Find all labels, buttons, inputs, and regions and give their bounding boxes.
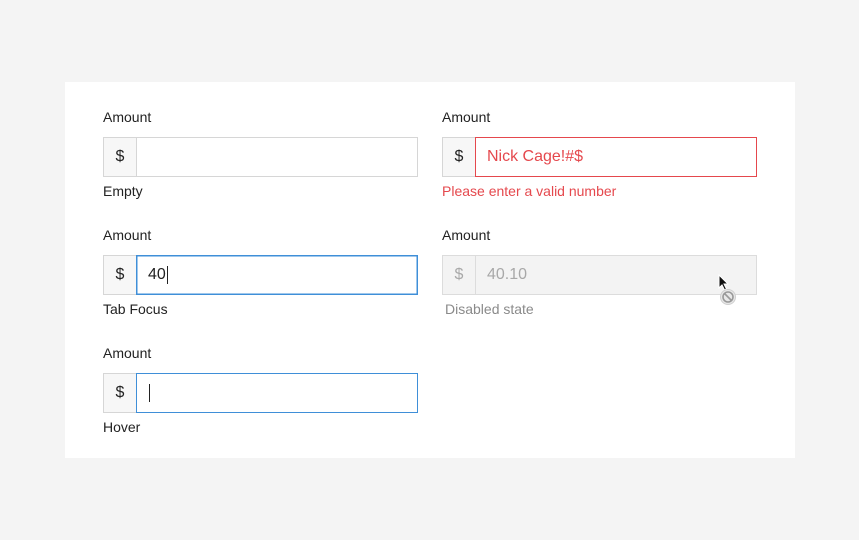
- field-label: Amount: [103, 345, 152, 361]
- amount-input[interactable]: [136, 137, 418, 177]
- input-group: $ 40: [103, 255, 418, 295]
- input-group: $: [103, 373, 418, 413]
- amount-field-hover: Amount $ Hover: [103, 344, 418, 436]
- amount-input[interactable]: Nick Cage!#$: [475, 137, 757, 177]
- helper-text: Tab Focus: [103, 301, 168, 317]
- amount-field-focus: Amount $ 40 Tab Focus: [103, 226, 418, 318]
- field-label: Amount: [442, 227, 491, 243]
- helper-text: Hover: [103, 419, 141, 435]
- currency-prefix: $: [103, 137, 136, 177]
- amount-input-disabled: 40.10: [475, 255, 757, 295]
- field-label: Amount: [103, 227, 152, 243]
- amount-field-empty: Amount $ Empty: [103, 108, 418, 200]
- helper-text: Empty: [103, 183, 143, 199]
- text-caret: [166, 266, 168, 284]
- not-allowed-cursor-icon: [718, 274, 736, 305]
- error-message: Please enter a valid number: [442, 183, 617, 199]
- field-label: Amount: [103, 109, 152, 125]
- amount-input[interactable]: 40: [136, 255, 418, 295]
- amount-input[interactable]: [136, 373, 418, 413]
- input-group: $: [103, 137, 418, 177]
- input-group: $ 40.10: [442, 255, 757, 295]
- form-card: Amount $ Empty Amount $ Nick Cage!#$ Ple…: [65, 82, 795, 458]
- amount-field-disabled: Amount $ 40.10 Disabled state: [442, 226, 757, 318]
- helper-text: Disabled state: [445, 301, 534, 317]
- field-label: Amount: [442, 109, 491, 125]
- amount-field-error: Amount $ Nick Cage!#$ Please enter a val…: [442, 108, 757, 200]
- currency-prefix: $: [442, 137, 475, 177]
- input-group: $ Nick Cage!#$: [442, 137, 757, 177]
- input-value: 40: [148, 266, 166, 283]
- text-caret: [149, 384, 150, 402]
- currency-prefix: $: [103, 255, 136, 295]
- currency-prefix: $: [442, 255, 475, 295]
- currency-prefix: $: [103, 373, 136, 413]
